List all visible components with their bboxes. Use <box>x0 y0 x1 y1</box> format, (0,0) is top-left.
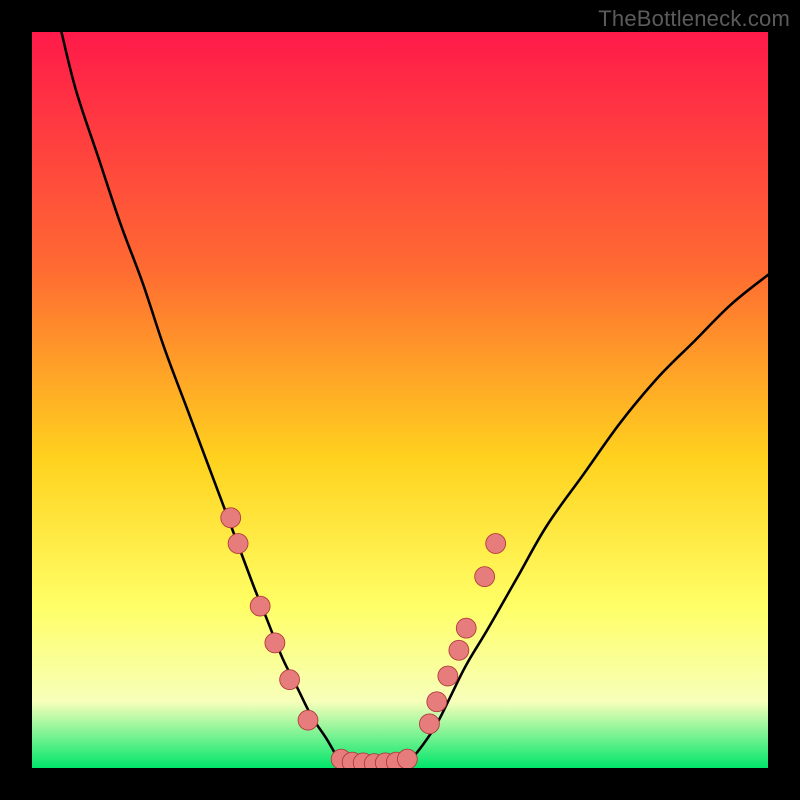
marker-left <box>250 596 270 616</box>
marker-left <box>221 508 241 528</box>
marker-right <box>475 567 495 587</box>
marker-valley <box>397 749 417 768</box>
series-right-curve <box>407 275 768 764</box>
marker-left <box>298 710 318 730</box>
marker-left <box>228 534 248 554</box>
chart-frame: TheBottleneck.com <box>0 0 800 800</box>
watermark-text: TheBottleneck.com <box>598 6 790 32</box>
marker-left <box>265 633 285 653</box>
curve-layer <box>32 32 768 768</box>
marker-right <box>449 640 469 660</box>
marker-left <box>280 670 300 690</box>
plot-area <box>32 32 768 768</box>
marker-right <box>427 692 447 712</box>
series-left-curve <box>61 32 341 764</box>
marker-right <box>456 618 476 638</box>
marker-right <box>486 534 506 554</box>
marker-right <box>420 714 440 734</box>
marker-right <box>438 666 458 686</box>
